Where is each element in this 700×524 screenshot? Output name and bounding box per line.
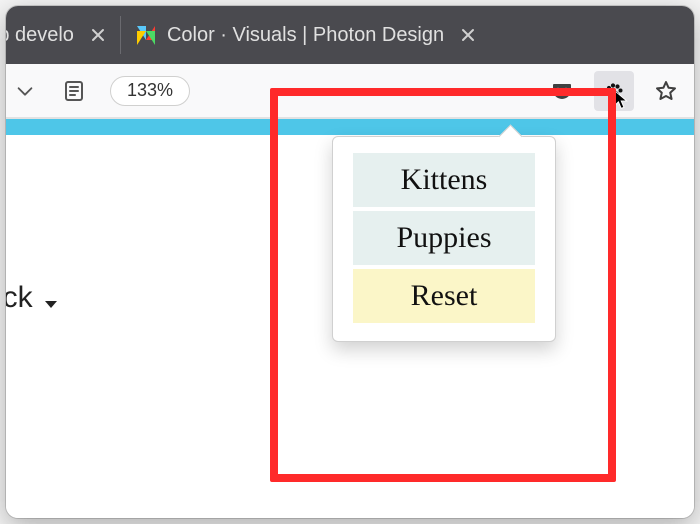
toolbar: 133% (6, 64, 694, 118)
popup-choice-kittens[interactable]: Kittens (353, 153, 535, 207)
tab-title: Color · Visuals | Photon Design (167, 24, 444, 47)
chevron-down-icon[interactable] (12, 73, 38, 109)
close-icon[interactable] (88, 25, 108, 45)
extension-popup-body: Kittens Puppies Reset (333, 137, 555, 341)
paw-extension-icon[interactable] (594, 71, 634, 111)
page-partial-heading-text: ack (6, 281, 33, 315)
photon-favicon (135, 24, 157, 46)
more-icon[interactable] (490, 71, 530, 111)
close-icon[interactable] (458, 25, 478, 45)
tab-strip: e Web develo Color · Visuals | Photon De… (6, 6, 694, 64)
popup-choice-puppies[interactable]: Puppies (353, 211, 535, 265)
toolbar-right (490, 71, 688, 111)
caret-down-icon[interactable] (41, 288, 61, 308)
zoom-level-pill[interactable]: 133% (110, 76, 190, 106)
zoom-level-label: 133% (127, 80, 173, 101)
page-accent-bar (6, 119, 694, 135)
browser-window: e Web develo Color · Visuals | Photon De… (6, 6, 694, 518)
extension-popup: Kittens Puppies Reset (332, 136, 556, 342)
pocket-icon[interactable] (542, 71, 582, 111)
toolbar-left: 133% (6, 73, 190, 109)
popup-reset-button[interactable]: Reset (353, 269, 535, 323)
browser-tab[interactable]: e Web develo (6, 6, 120, 64)
tab-title: e Web develo (6, 24, 74, 47)
page-partial-heading: ack (6, 281, 61, 315)
bookmark-star-icon[interactable] (646, 71, 686, 111)
browser-tab[interactable]: Color · Visuals | Photon Design (121, 6, 490, 64)
reader-view-icon[interactable] (60, 73, 88, 109)
